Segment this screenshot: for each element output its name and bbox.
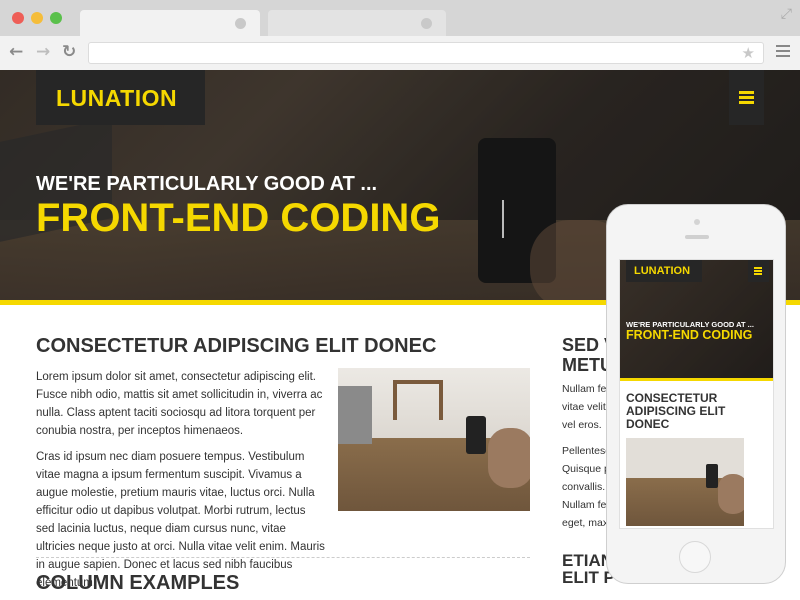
phone-screen: LUNATION WE'RE PARTICULARLY GOOD AT ... … bbox=[619, 259, 774, 529]
mobile-menu-button[interactable] bbox=[748, 260, 769, 282]
forward-arrow-icon[interactable]: → bbox=[36, 42, 50, 62]
browser-tab-new[interactable] bbox=[268, 10, 446, 36]
minimize-window-button[interactable] bbox=[31, 12, 43, 24]
sidebar-paragraph: Nullam fer vitae velit vel eros. bbox=[562, 383, 610, 431]
browser-menu-icon[interactable] bbox=[776, 45, 790, 60]
mobile-content-photo bbox=[626, 438, 744, 526]
bookmark-star-icon[interactable]: ★ bbox=[742, 44, 755, 62]
phone-speaker bbox=[685, 235, 709, 239]
section-paragraph: Lorem ipsum dolor sit amet, consectetur … bbox=[36, 371, 323, 437]
address-bar[interactable]: ★ bbox=[88, 42, 764, 64]
site-logo-text: LUNATION bbox=[56, 85, 178, 111]
site-logo[interactable]: LUNATION bbox=[36, 70, 205, 125]
mobile-section-heading: CONSECTETUR ADIPISCING ELIT DONEC bbox=[626, 391, 726, 431]
browser-tab-active[interactable] bbox=[80, 10, 260, 36]
typing-cursor bbox=[502, 200, 504, 238]
hero-subtitle: WE'RE PARTICULARLY GOOD AT ... bbox=[36, 173, 378, 195]
window-controls bbox=[12, 12, 62, 24]
section-heading: COLUMN EXAMPLES bbox=[36, 572, 240, 594]
maximize-window-button[interactable] bbox=[50, 12, 62, 24]
mobile-hero-title: FRONT-END CODING bbox=[626, 328, 753, 342]
mobile-logo-text: LUNATION bbox=[634, 265, 691, 277]
close-window-button[interactable] bbox=[12, 12, 24, 24]
phone-mockup: LUNATION WE'RE PARTICULARLY GOOD AT ... … bbox=[606, 204, 786, 584]
content-photo bbox=[338, 368, 530, 511]
phone-camera bbox=[694, 219, 700, 225]
phone-home-button[interactable] bbox=[679, 541, 711, 573]
tab-close-icon[interactable] bbox=[235, 18, 246, 29]
section-divider bbox=[36, 557, 530, 558]
browser-toolbar: ← → ↻ ★ bbox=[0, 36, 800, 70]
reload-icon[interactable]: ↻ bbox=[62, 42, 76, 62]
browser-chrome: ⤢ ← → ↻ ★ bbox=[0, 0, 800, 70]
tab-close-icon[interactable] bbox=[421, 18, 432, 29]
hero-title: FRONT-END CODING bbox=[36, 196, 441, 240]
section-heading: CONSECTETUR ADIPISCING ELIT DONEC bbox=[36, 335, 437, 357]
mobile-logo[interactable]: LUNATION bbox=[626, 260, 702, 282]
back-arrow-icon[interactable]: ← bbox=[9, 42, 23, 62]
site-menu-button[interactable] bbox=[729, 70, 764, 125]
section-paragraph: Cras id ipsum nec diam posuere tempus. V… bbox=[36, 451, 325, 589]
mobile-accent-bar bbox=[620, 378, 773, 381]
fullscreen-icon[interactable]: ⤢ bbox=[781, 6, 792, 22]
